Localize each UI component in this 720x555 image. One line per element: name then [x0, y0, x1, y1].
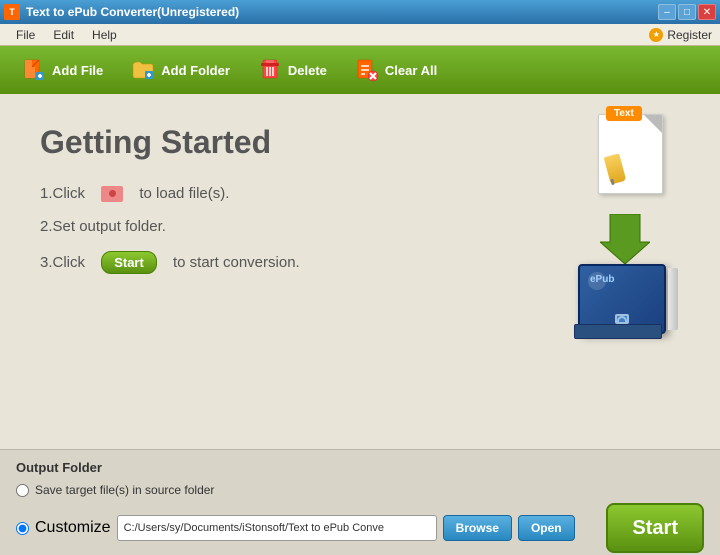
add-file-button[interactable]: Add File	[10, 52, 115, 88]
register-label: Register	[667, 28, 712, 42]
delete-label: Delete	[288, 63, 327, 78]
title-bar-left: T Text to ePub Converter(Unregistered)	[4, 4, 239, 20]
customize-row: Customize Browse Open Start	[16, 503, 704, 553]
output-folder-title: Output Folder	[16, 460, 704, 475]
menu-edit[interactable]: Edit	[45, 26, 82, 44]
path-input[interactable]	[117, 515, 437, 541]
main-content: Getting Started 1.Click to load file(s).…	[0, 94, 720, 449]
step1-prefix: 1.Click	[40, 185, 85, 202]
title-bar: T Text to ePub Converter(Unregistered) –…	[0, 0, 720, 24]
delete-icon	[258, 58, 282, 82]
epub-book-icon: ePub	[570, 249, 680, 334]
illustration: Text ePub	[520, 114, 680, 334]
add-folder-button[interactable]: Add Folder	[119, 52, 242, 88]
add-file-icon	[22, 58, 46, 82]
step1-suffix: to load file(s).	[139, 185, 229, 202]
customize-radio[interactable]	[16, 522, 29, 535]
start-button[interactable]: Start	[606, 503, 704, 553]
minimize-button[interactable]: –	[658, 4, 676, 20]
save-source-radio[interactable]	[16, 484, 29, 497]
add-folder-icon	[131, 58, 155, 82]
title-bar-text: Text to ePub Converter(Unregistered)	[26, 5, 239, 19]
register-button[interactable]: ★ Register	[649, 28, 712, 42]
close-button[interactable]: ✕	[698, 4, 716, 20]
step2-text: 2.Set output folder.	[40, 218, 166, 235]
bottom-bar: Output Folder Save target file(s) in sou…	[0, 449, 720, 555]
toolbar: Add File Add Folder Delete	[0, 46, 720, 94]
delete-button[interactable]: Delete	[246, 52, 339, 88]
title-bar-controls[interactable]: – □ ✕	[658, 4, 716, 20]
step1-add-icon	[101, 186, 123, 202]
open-button[interactable]: Open	[518, 515, 575, 541]
text-label: Text	[606, 106, 642, 121]
clear-all-label: Clear All	[385, 63, 437, 78]
step3-start-badge: Start	[101, 251, 157, 274]
save-source-label[interactable]: Save target file(s) in source folder	[35, 483, 214, 497]
customize-label[interactable]: Customize	[35, 519, 111, 537]
maximize-button[interactable]: □	[678, 4, 696, 20]
getting-started: Getting Started 1.Click to load file(s).…	[0, 94, 720, 449]
menu-bar: File Edit Help ★ Register	[0, 24, 720, 46]
text-file-icon: Text	[598, 114, 670, 199]
clear-all-button[interactable]: Clear All	[343, 52, 449, 88]
add-file-label: Add File	[52, 63, 103, 78]
clear-all-icon	[355, 58, 379, 82]
step3-prefix: 3.Click	[40, 254, 85, 271]
menu-items: File Edit Help	[8, 26, 125, 44]
browse-button[interactable]: Browse	[443, 515, 512, 541]
step3-suffix: to start conversion.	[173, 254, 300, 271]
app-icon: T	[4, 4, 20, 20]
register-icon: ★	[649, 28, 663, 42]
save-source-row: Save target file(s) in source folder	[16, 483, 704, 497]
menu-help[interactable]: Help	[84, 26, 125, 44]
add-folder-label: Add Folder	[161, 63, 230, 78]
menu-file[interactable]: File	[8, 26, 43, 44]
